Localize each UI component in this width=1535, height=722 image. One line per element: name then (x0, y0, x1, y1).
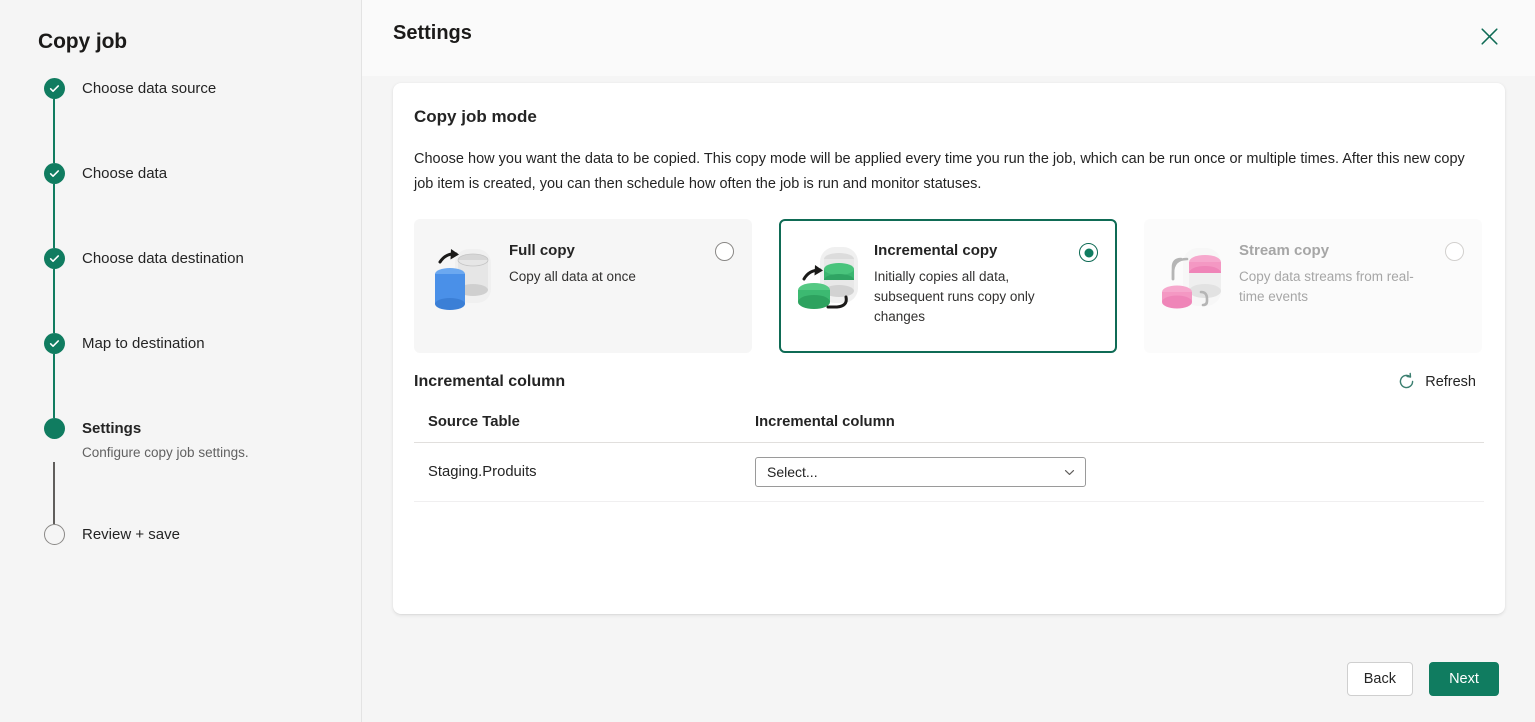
sidebar-title: Copy job (38, 30, 128, 53)
sidebar-step-review-save[interactable]: Review + save (38, 524, 361, 545)
incremental-column-select[interactable]: Select... (755, 457, 1086, 487)
incremental-column-title: Incremental column (414, 372, 566, 390)
database-full-copy-icon (429, 240, 503, 318)
sidebar-step-label: Map to destination (82, 335, 205, 352)
page-title: Settings (393, 22, 472, 44)
sidebar-step-choose-data-source[interactable]: Choose data source (38, 78, 361, 99)
back-button[interactable]: Back (1346, 662, 1413, 696)
settings-panel: Copy job mode Choose how you want the da… (393, 83, 1505, 614)
copy-job-wizard: Copy job Choose data source Choose data … (0, 0, 1535, 722)
refresh-button[interactable]: Refresh (1393, 369, 1480, 394)
panel-description: Choose how you want the data to be copie… (414, 151, 1465, 192)
next-button[interactable]: Next (1429, 662, 1499, 696)
sidebar-step-label: Review + save (82, 526, 180, 543)
step-body: Map to destination (70, 333, 205, 354)
wizard-footer: Back Next (362, 644, 1535, 722)
mode-description: Copy all data at once (509, 269, 636, 284)
sidebar-step-label: Choose data (82, 165, 168, 182)
sidebar-step-label: Choose data destination (82, 250, 244, 267)
main-header: Settings (362, 0, 1535, 76)
panel-title: Copy job mode (414, 107, 537, 126)
check-icon (49, 170, 59, 177)
sidebar-step-description: Configure copy job settings. (82, 445, 249, 460)
table-row: Staging.Produits Select... (414, 443, 1484, 502)
step-connector-4 (38, 354, 361, 418)
mode-card-full-copy[interactable]: Full copy Copy all data at once (414, 219, 752, 353)
content-wrapper: Copy job mode Choose how you want the da… (362, 76, 1535, 644)
step-body: Settings Configure copy job settings. (70, 418, 249, 462)
step-marker-complete-icon (43, 78, 65, 99)
radio-stream-copy (1445, 242, 1464, 261)
database-incremental-copy-icon (794, 240, 868, 318)
step-body: Choose data destination (70, 248, 244, 269)
copy-mode-options: Full copy Copy all data at once Incremen… (414, 219, 1484, 353)
step-marker-col (38, 333, 70, 354)
mode-description: Copy data streams from real-time events (1239, 269, 1414, 304)
column-header-source-table: Source Table (428, 414, 520, 430)
step-marker-complete-icon (43, 248, 65, 269)
full-copy-glyph (435, 249, 491, 310)
stream-copy-glyph (1162, 248, 1221, 309)
mode-text: Stream copy Copy data streams from real-… (1239, 238, 1467, 307)
incremental-copy-glyph (798, 247, 858, 309)
check-icon (49, 340, 59, 347)
sidebar-step-label: Settings (82, 420, 142, 437)
close-icon (1480, 27, 1498, 45)
wizard-steps: Choose data source Choose data Choose da… (38, 78, 361, 545)
incremental-column-table: Source Table Incremental column Staging.… (414, 414, 1484, 502)
mode-card-incremental-copy[interactable]: Incremental copy Initially copies all da… (779, 219, 1117, 353)
table-header-row: Source Table Incremental column (414, 414, 1484, 443)
refresh-label: Refresh (1425, 373, 1476, 390)
close-button[interactable] (1473, 20, 1505, 52)
step-connector-2 (38, 184, 361, 248)
database-stream-copy-icon (1159, 240, 1233, 318)
column-header-incremental-column: Incremental column (755, 414, 895, 430)
step-marker-col (38, 78, 70, 99)
step-body: Choose data source (70, 78, 216, 99)
step-marker-col (38, 248, 70, 269)
mode-name: Stream copy (1239, 242, 1330, 259)
step-body: Choose data (70, 163, 167, 184)
step-connector-3 (38, 269, 361, 333)
sidebar-step-label: Choose data source (82, 80, 217, 97)
refresh-icon (1399, 372, 1414, 389)
step-marker-pending-icon (43, 524, 65, 545)
cell-incremental-column: Select... (743, 457, 1484, 487)
step-marker-complete-icon (43, 163, 65, 184)
step-marker-col (38, 418, 70, 439)
step-connector-5 (38, 462, 361, 524)
sidebar-step-choose-data[interactable]: Choose data (38, 163, 361, 184)
step-marker-col (38, 163, 70, 184)
main-area: Settings Copy job mode Choose how you wa… (362, 0, 1535, 722)
chevron-down-icon (1063, 466, 1076, 479)
radio-incremental-copy[interactable] (1079, 243, 1098, 262)
step-connector-1 (38, 99, 361, 163)
mode-text: Full copy Copy all data at once (509, 238, 737, 287)
check-icon (49, 255, 59, 262)
sidebar-step-choose-data-destination[interactable]: Choose data destination (38, 248, 361, 269)
incremental-column-header-row: Incremental column Refresh (414, 369, 1484, 394)
check-icon (49, 85, 59, 92)
step-marker-current-icon (43, 418, 65, 439)
select-value: Select... (767, 464, 818, 480)
sidebar-step-settings[interactable]: Settings Configure copy job settings. (38, 418, 361, 462)
mode-card-stream-copy: Stream copy Copy data streams from real-… (1144, 219, 1482, 353)
mode-name: Full copy (509, 242, 575, 259)
mode-name: Incremental copy (874, 242, 998, 259)
mode-text: Incremental copy Initially copies all da… (874, 238, 1102, 327)
cell-source-table: Staging.Produits (428, 464, 537, 480)
mode-description: Initially copies all data, subsequent ru… (874, 269, 1035, 324)
wizard-sidebar: Copy job Choose data source Choose data … (0, 0, 362, 722)
step-marker-complete-icon (43, 333, 65, 354)
sidebar-step-map-to-destination[interactable]: Map to destination (38, 333, 361, 354)
step-marker-col (38, 524, 70, 545)
radio-full-copy[interactable] (715, 242, 734, 261)
step-body: Review + save (70, 524, 180, 545)
